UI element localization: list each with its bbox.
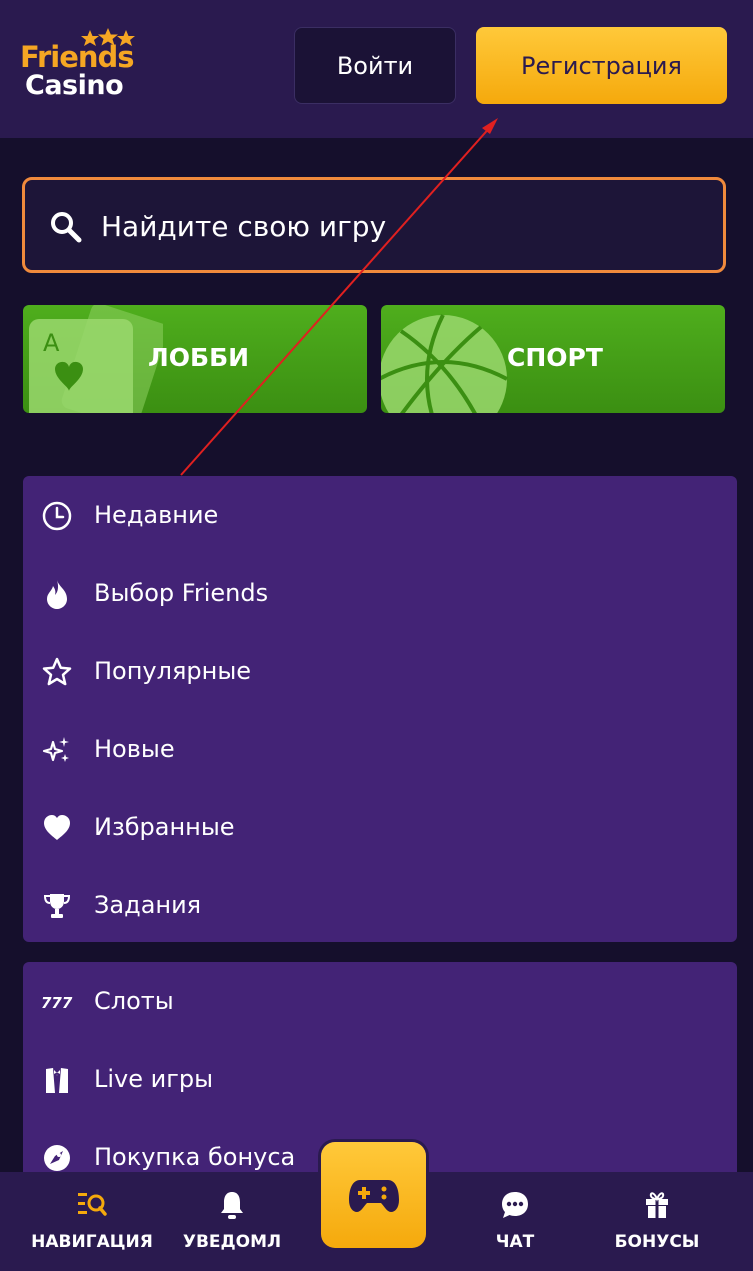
- menu-label: Популярные: [94, 657, 252, 685]
- svg-text:A: A: [43, 329, 60, 357]
- friends-casino-logo[interactable]: Friends Casino: [20, 28, 140, 104]
- menu-label: Live игры: [94, 1065, 214, 1093]
- menu-label: Новые: [94, 735, 175, 763]
- nav-notifications[interactable]: УВЕДОМЛ: [180, 1172, 284, 1271]
- nav-navigation[interactable]: НАВИГАЦИЯ: [22, 1172, 162, 1271]
- menu-item-slots[interactable]: 777 Слоты: [23, 971, 737, 1031]
- menu-label: Выбор Friends: [94, 579, 269, 607]
- nav-bonuses[interactable]: БОНУСЫ: [605, 1172, 709, 1271]
- svg-text:777: 777: [41, 994, 73, 1012]
- tuxedo-icon: [46, 1068, 68, 1093]
- logo-text-casino: Casino: [25, 70, 124, 101]
- gift-icon: [646, 1192, 668, 1218]
- search-placeholder: Найдите свою игру: [101, 210, 387, 243]
- playing-cards-icon: A: [29, 305, 163, 413]
- menu-item-live-games[interactable]: Live игры: [23, 1049, 737, 1109]
- menu-item-quests[interactable]: Задания: [23, 875, 737, 935]
- menu-label: Задания: [94, 891, 202, 919]
- lobby-label: ЛОББИ: [148, 343, 250, 372]
- games-center-button[interactable]: [321, 1142, 426, 1248]
- rocket-icon: [44, 1145, 70, 1171]
- menu-label: Недавние: [94, 501, 219, 529]
- slots-777-icon: 777: [41, 994, 73, 1012]
- lobby-tile[interactable]: A ЛОББИ: [23, 305, 367, 413]
- menu-label: Покупка бонуса: [94, 1143, 296, 1171]
- logo-text-friends: Friends: [20, 40, 135, 74]
- top-header: Friends Casino Войти Регистрация: [0, 0, 753, 138]
- trophy-icon: [43, 894, 71, 918]
- menu-item-popular[interactable]: Популярные: [23, 641, 737, 701]
- main-menu-panel: Недавние Выбор Friends Популярные Новые …: [23, 476, 737, 942]
- sport-label: СПОРТ: [507, 343, 603, 372]
- basketball-icon: [381, 314, 508, 413]
- menu-item-recent[interactable]: Недавние: [23, 485, 737, 545]
- login-button[interactable]: Войти: [294, 27, 456, 104]
- register-button[interactable]: Регистрация: [476, 27, 727, 104]
- heart-icon: [44, 815, 70, 840]
- search-input[interactable]: Найдите свою игру: [22, 177, 726, 273]
- search-icon: [51, 212, 82, 243]
- star-icon: [42, 657, 72, 686]
- nav-label: ЧАТ: [495, 1232, 535, 1252]
- nav-label: БОНУСЫ: [614, 1232, 700, 1252]
- menu-label: Избранные: [94, 813, 235, 841]
- gamepad-icon: [349, 1180, 399, 1212]
- menu-item-friends-choice[interactable]: Выбор Friends: [23, 563, 737, 623]
- menu-item-new[interactable]: Новые: [23, 719, 737, 779]
- flame-icon: [47, 580, 67, 609]
- menu-item-favorites[interactable]: Избранные: [23, 797, 737, 857]
- chat-bubble-icon: [502, 1192, 528, 1218]
- nav-label: НАВИГАЦИЯ: [31, 1232, 153, 1252]
- nav-chat[interactable]: ЧАТ: [470, 1172, 560, 1271]
- menu-label: Слоты: [94, 987, 174, 1015]
- bell-icon: [221, 1192, 243, 1219]
- sparkle-icon: [42, 737, 69, 762]
- nav-label: УВЕДОМЛ: [182, 1232, 282, 1252]
- navigation-search-icon: [78, 1193, 107, 1216]
- sport-tile[interactable]: СПОРТ: [381, 305, 725, 413]
- clock-icon: [42, 501, 72, 531]
